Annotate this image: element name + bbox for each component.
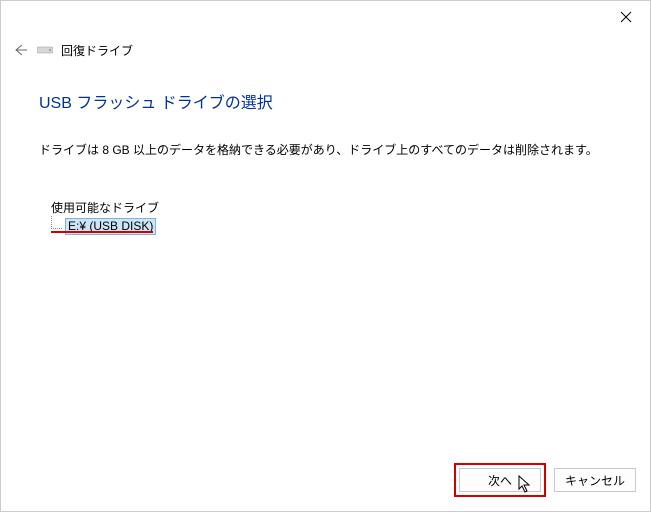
tree-connector-icon: [51, 216, 62, 229]
drive-tree: 使用可能なドライブ E:¥ (USB DISK): [51, 199, 159, 235]
page-description: ドライブは 8 GB 以上のデータを格納できる必要があり、ドライブ上のすべてのデ…: [39, 141, 612, 158]
annotation-highlight-box: 次へ: [454, 463, 546, 497]
annotation-underline: [51, 231, 153, 233]
next-button[interactable]: 次へ: [459, 468, 541, 492]
page-title: USB フラッシュ ドライブの選択: [39, 89, 273, 113]
button-bar: 次へ キャンセル: [454, 463, 636, 497]
drive-icon: [37, 44, 53, 56]
cancel-button[interactable]: キャンセル: [554, 468, 636, 492]
recovery-drive-wizard-window: 回復ドライブ USB フラッシュ ドライブの選択 ドライブは 8 GB 以上のデ…: [0, 0, 651, 512]
tree-root-label: 使用可能なドライブ: [51, 199, 159, 216]
cursor-icon: [518, 475, 532, 493]
back-button[interactable]: [11, 41, 29, 59]
cancel-button-label: キャンセル: [565, 472, 625, 489]
wizard-title: 回復ドライブ: [61, 42, 133, 59]
wizard-header: 回復ドライブ: [11, 41, 133, 59]
close-button[interactable]: [612, 7, 640, 27]
back-arrow-icon: [12, 42, 28, 58]
next-button-label: 次へ: [488, 472, 512, 489]
close-icon: [620, 11, 632, 23]
